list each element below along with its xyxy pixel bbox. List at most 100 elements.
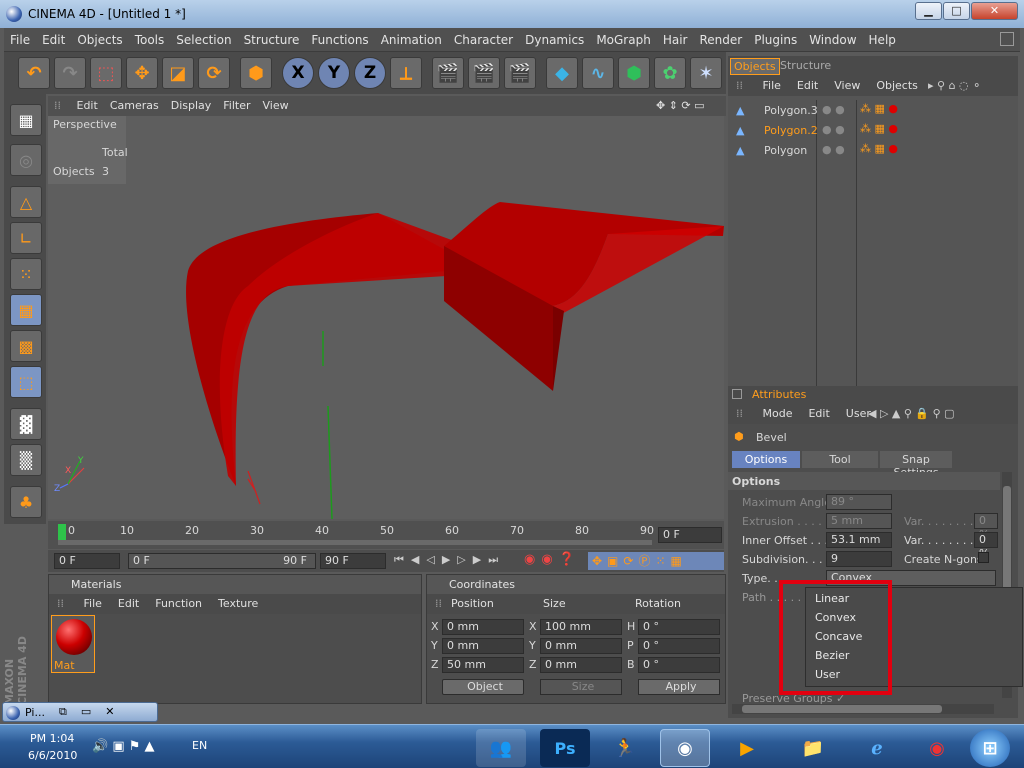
start-button[interactable]: ⊞ — [970, 729, 1010, 767]
texture-mode-icon[interactable]: ◎ — [10, 144, 42, 176]
keyframe-tools[interactable]: ✥▣⟳Ⓟ⁙▦ — [588, 552, 724, 570]
explorer-icon[interactable]: 📁 — [788, 729, 838, 767]
rotate-icon[interactable]: ⟳ — [198, 57, 230, 89]
media-player-icon[interactable]: ▶ — [722, 729, 772, 767]
object-row[interactable]: ▲ Polygon.3 ● ● ⁂ ▦ ● — [728, 100, 1018, 120]
minimized-window[interactable]: Pi... ⧉▭✕ — [2, 702, 158, 722]
maximize-button[interactable]: □ — [943, 2, 970, 20]
render-picture-viewer-icon[interactable]: 🎬 — [468, 57, 500, 89]
obj-menu-view[interactable]: View — [834, 79, 860, 92]
menu-render[interactable]: Render — [693, 28, 748, 47]
tab-options[interactable]: Options — [732, 451, 800, 468]
object-row[interactable]: ▲ Polygon ● ● ⁂ ▦ ● — [728, 140, 1018, 160]
y-axis-lock[interactable]: Y — [318, 57, 350, 89]
obj-menu-objects[interactable]: Objects — [876, 79, 918, 92]
size-z-field[interactable]: 0 mm — [540, 657, 622, 673]
menu-plugins[interactable]: Plugins — [748, 28, 803, 47]
size-mode-select[interactable]: Size — [540, 679, 622, 695]
rot-b-field[interactable]: 0 ° — [638, 657, 720, 673]
minimized-window-controls[interactable]: ⧉▭✕ — [59, 705, 128, 719]
tab-tool[interactable]: Tool — [802, 451, 878, 468]
vp-menu-view[interactable]: View — [257, 96, 295, 112]
layout-icon[interactable] — [1000, 32, 1014, 46]
cinema4d-taskbar-icon[interactable]: ◉ — [660, 729, 710, 767]
viewport-layout-icon[interactable]: ▦ — [10, 104, 42, 136]
internet-explorer-icon[interactable]: ℯ — [852, 729, 902, 767]
workplane-icon[interactable]: ▒ — [10, 444, 42, 476]
visibility-dots-icon[interactable]: ● ● — [822, 143, 845, 156]
deformer-icon[interactable]: ✶ — [690, 57, 722, 89]
panel-toggle-icon[interactable] — [732, 389, 742, 399]
visibility-dots-icon[interactable]: ● ● — [822, 103, 845, 116]
menu-window[interactable]: Window — [803, 28, 862, 47]
menu-edit[interactable]: Edit — [36, 28, 71, 47]
undo-icon[interactable]: ↶ — [18, 57, 50, 89]
close-button[interactable]: ✕ — [971, 2, 1018, 20]
language-indicator[interactable]: EN — [192, 739, 207, 752]
coordinate-system-icon[interactable]: ⟂ — [390, 57, 422, 89]
spline-pen-icon[interactable]: ∿ — [582, 57, 614, 89]
render-settings-icon[interactable]: 🎬 — [504, 57, 536, 89]
var2-field[interactable]: 0 % — [974, 532, 998, 560]
mat-menu-edit[interactable]: Edit — [118, 597, 139, 610]
messenger-icon[interactable]: 👥 — [476, 729, 526, 767]
zbrush-icon[interactable]: 🏃 — [600, 729, 650, 767]
attr-menu-mode[interactable]: Mode — [763, 407, 793, 420]
axis-mode-icon[interactable]: ∟ — [10, 222, 42, 254]
timeline[interactable]: 0 10 20 30 40 50 60 70 80 90 0 F — [48, 521, 724, 549]
transport-controls[interactable]: ⏮◀◁▶▷▶⏭ — [394, 553, 505, 567]
menu-selection[interactable]: Selection — [170, 28, 237, 47]
x-axis-lock[interactable]: X — [282, 57, 314, 89]
obj-menu-file[interactable]: File — [763, 79, 781, 92]
menu-character[interactable]: Character — [448, 28, 519, 47]
recent-tool-icon[interactable]: ⬢ — [240, 57, 272, 89]
object-row[interactable]: ▲ Polygon.2 ● ● ⁂ ▦ ● — [728, 120, 1018, 140]
viewport[interactable]: Perspective Total Objects 3 Y X Z — [48, 116, 724, 519]
material-swatch[interactable]: Mat — [51, 615, 95, 673]
tags-icon[interactable]: ⁂ ▦ ● — [860, 102, 898, 115]
inner-offset-field[interactable]: 53.1 mm — [826, 532, 892, 548]
vp-menu-edit[interactable]: Edit — [71, 96, 104, 112]
search-icon[interactable]: ▸ ⚲ ⌂ ◌ ⚬ — [928, 79, 981, 92]
record-controls[interactable]: ◉◉❓ — [524, 552, 581, 567]
menu-tools[interactable]: Tools — [129, 28, 171, 47]
mat-menu-file[interactable]: File — [84, 597, 102, 610]
navigation-icons[interactable]: ◀ ▷ ▲ ⚲ 🔒 ⚲ ▢ — [868, 407, 955, 420]
menu-file[interactable]: File — [4, 28, 36, 47]
menu-animation[interactable]: Animation — [375, 28, 448, 47]
vp-menu-filter[interactable]: Filter — [217, 96, 256, 112]
tab-objects[interactable]: Objects — [730, 58, 780, 75]
attr-menu-edit[interactable]: Edit — [808, 407, 829, 420]
vp-menu-cameras[interactable]: Cameras — [104, 96, 165, 112]
obj-menu-edit[interactable]: Edit — [797, 79, 818, 92]
cube-icon[interactable]: ◆ — [546, 57, 578, 89]
live-selection-icon[interactable]: ⬚ — [90, 57, 122, 89]
subdivision-field[interactable]: 9 — [826, 551, 892, 567]
tags-icon[interactable]: ⁂ ▦ ● — [860, 142, 898, 155]
horizontal-scrollbar[interactable] — [732, 704, 994, 714]
redo-icon[interactable]: ↷ — [54, 57, 86, 89]
subdivision-surface-icon[interactable]: ⬢ — [618, 57, 650, 89]
menu-functions[interactable]: Functions — [305, 28, 374, 47]
create-ngons-checkbox[interactable] — [978, 552, 989, 563]
array-icon[interactable]: ✿ — [654, 57, 686, 89]
menu-structure[interactable]: Structure — [238, 28, 306, 47]
end-frame-field[interactable]: 90 F — [320, 553, 386, 569]
pos-x-field[interactable]: 0 mm — [442, 619, 524, 635]
app-icon[interactable] — [6, 6, 22, 22]
size-x-field[interactable]: 100 mm — [540, 619, 622, 635]
mat-menu-texture[interactable]: Texture — [218, 597, 258, 610]
menu-objects[interactable]: Objects — [71, 28, 128, 47]
menu-hair[interactable]: Hair — [657, 28, 694, 47]
clock-time[interactable]: PM 1:04 — [30, 732, 74, 745]
minimize-button[interactable]: ▁ — [915, 2, 942, 20]
scale-icon[interactable]: ◪ — [162, 57, 194, 89]
tray-icons[interactable]: 🔊 ▣ ⚑ ▲ — [92, 739, 155, 754]
current-frame-field[interactable]: 0 F — [658, 527, 722, 543]
rot-h-field[interactable]: 0 ° — [638, 619, 720, 635]
polygons-mode-icon[interactable]: ▩ — [10, 330, 42, 362]
apply-button[interactable]: Apply — [638, 679, 720, 695]
size-y-field[interactable]: 0 mm — [540, 638, 622, 654]
tags-icon[interactable]: ⁂ ▦ ● — [860, 122, 898, 135]
menu-dynamics[interactable]: Dynamics — [519, 28, 590, 47]
